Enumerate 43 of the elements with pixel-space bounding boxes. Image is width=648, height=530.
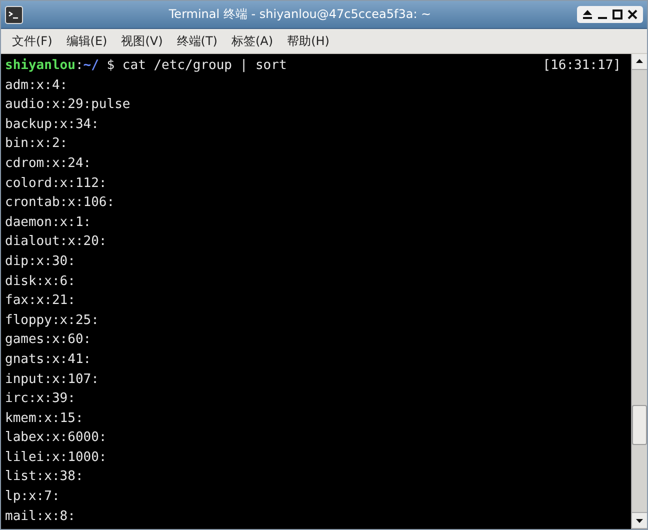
output-line: cdrom:x:24: — [5, 154, 92, 173]
scroll-thumb[interactable] — [632, 405, 647, 445]
output-line: list:x:38: — [5, 468, 84, 486]
output-line: kmem:x:15: — [5, 410, 84, 428]
output-line: floppy:x:25: — [5, 312, 100, 330]
output-line: backup:x:34: — [5, 116, 100, 134]
terminal-icon — [5, 6, 23, 24]
menu-item[interactable]: 视图(V) — [116, 30, 168, 52]
menu-item[interactable]: 帮助(H) — [282, 30, 334, 52]
output-line: irc:x:39: — [5, 390, 76, 408]
output-line: colord:x:112: — [5, 174, 108, 193]
maximize-icon[interactable] — [612, 9, 623, 20]
output-line: adm:x:4: — [5, 76, 69, 95]
output-line: dip:x:30: — [5, 252, 76, 271]
close-icon[interactable] — [627, 9, 638, 20]
output-line: lp:x:7: — [5, 488, 61, 506]
shade-icon[interactable] — [582, 9, 593, 20]
output-line: fax:x:21: — [5, 292, 76, 310]
scrollbar[interactable] — [631, 54, 647, 529]
prompt-user: shiyanlou — [5, 57, 76, 75]
scroll-down-icon[interactable] — [632, 512, 647, 529]
menu-item[interactable]: 标签(A) — [226, 30, 278, 52]
output-line: games:x:60: — [5, 331, 92, 350]
output-line: gnats:x:41: — [5, 350, 92, 369]
output-line: dialout:x:20: — [5, 233, 108, 252]
output-line: mail:x:8: — [5, 508, 76, 526]
prompt-time: [16:31:17] — [542, 57, 621, 75]
output-line: audio:x:29:pulse — [5, 96, 132, 114]
output-line: crontab:x:106: — [5, 194, 116, 212]
command-text: $ cat /etc/group | sort — [106, 57, 287, 75]
prompt-separator: : — [75, 57, 84, 75]
output-line: daemon:x:1: — [5, 214, 92, 232]
output-line: bin:x:2: — [5, 135, 69, 154]
output-line: lilei:x:1000: — [5, 448, 108, 467]
scroll-up-icon[interactable] — [632, 54, 647, 70]
window-title: Terminal 终端 - shiyanlou@47c5ccea5f3a: ~ — [168, 6, 432, 23]
menu-item[interactable]: 编辑(E) — [61, 30, 112, 52]
output-line: input:x:107: — [5, 370, 100, 388]
menu-item[interactable]: 文件(F) — [7, 30, 58, 52]
menu-item[interactable]: 终端(T) — [172, 30, 222, 52]
output-line: labex:x:6000: — [5, 429, 108, 448]
output-line: disk:x:6: — [5, 272, 76, 291]
prompt-path: ~/ — [83, 57, 99, 75]
